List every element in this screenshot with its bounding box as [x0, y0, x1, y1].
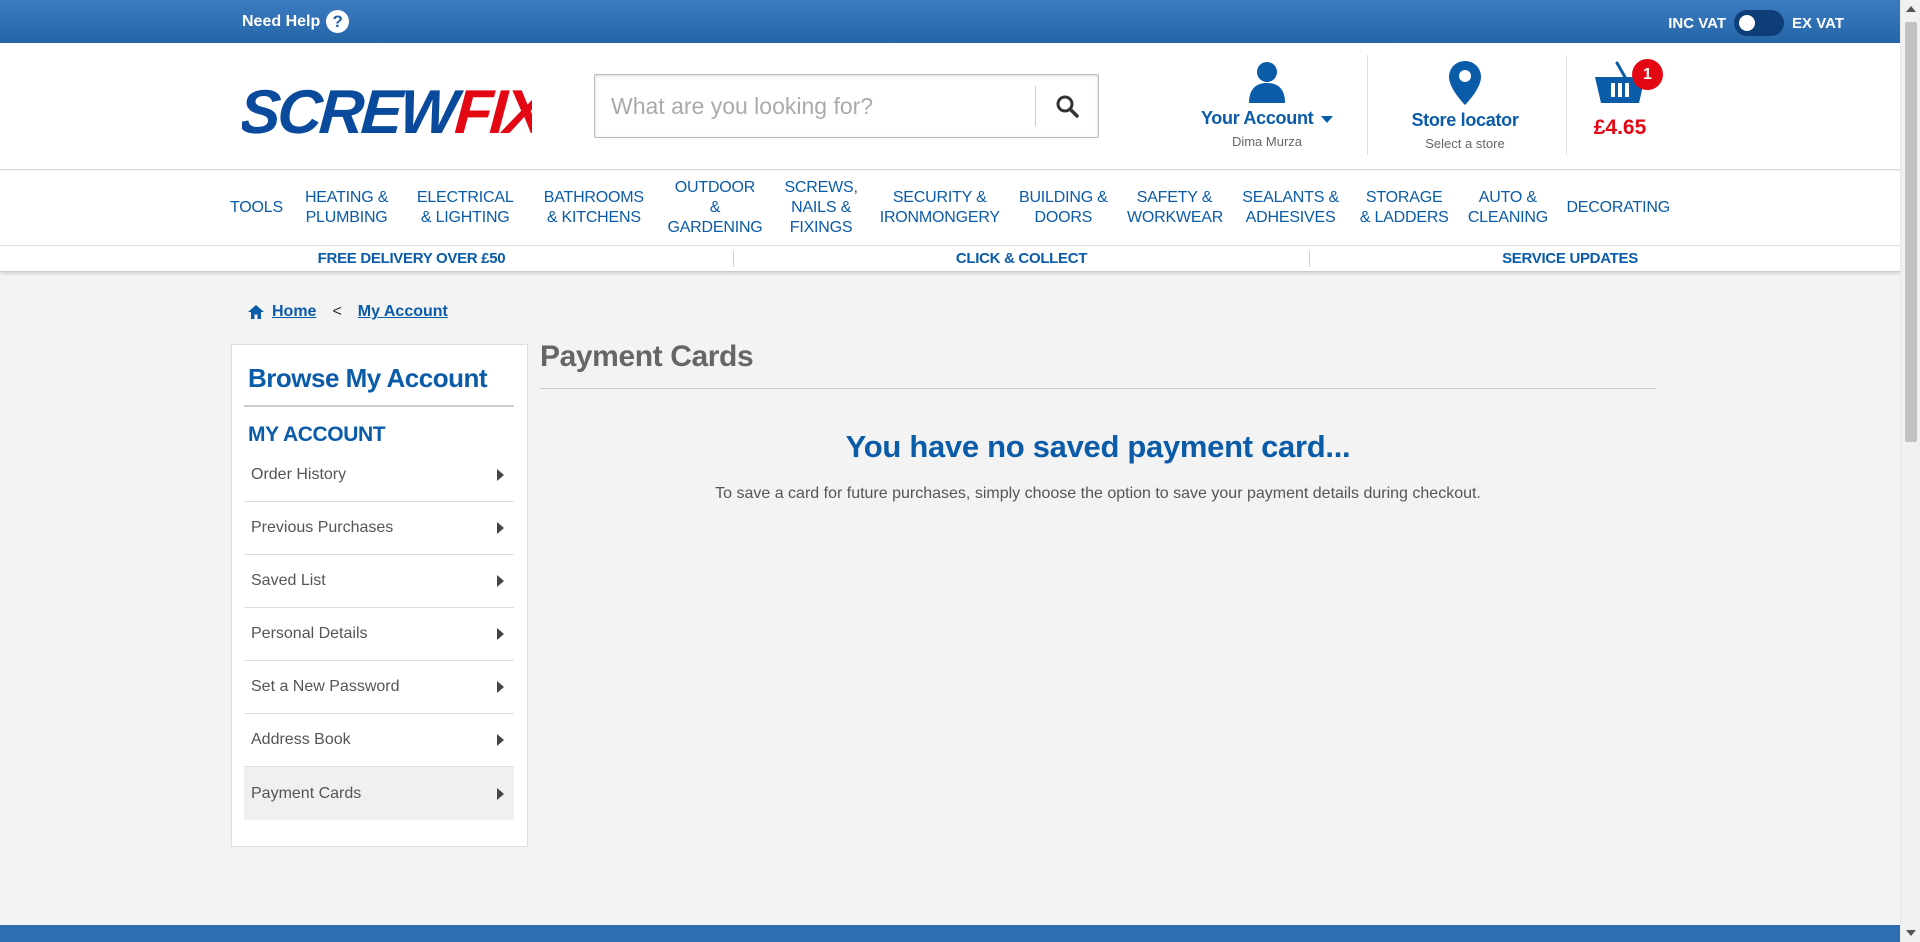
nav-item-screws-nails-fixings[interactable]: SCREWS, NAILS & FIXINGS	[781, 178, 861, 238]
breadcrumb-my-account-link[interactable]: My Account	[358, 303, 448, 321]
sidebar-list: Order History Previous Purchases Saved L…	[244, 449, 514, 820]
empty-state-heading: You have no saved payment card...	[845, 429, 1351, 464]
breadcrumb: Home < My Account	[248, 303, 448, 321]
sidebar-heading: MY ACCOUNT	[248, 423, 386, 446]
nav-item-building-doors[interactable]: BUILDING & DOORS	[1018, 188, 1108, 228]
search-icon	[1056, 95, 1079, 118]
caret-right-icon	[497, 575, 504, 587]
caret-right-icon	[497, 522, 504, 534]
breadcrumb-separator: <	[332, 303, 342, 320]
svg-text:SCREWFIX: SCREWFIX	[242, 78, 532, 143]
sidebar-item-previous-purchases[interactable]: Previous Purchases	[244, 502, 514, 555]
user-icon	[1249, 62, 1285, 103]
nav-item-tools[interactable]: TOOLS	[230, 198, 283, 218]
caret-right-icon	[497, 628, 504, 640]
sidebar-item-label: Saved List	[251, 572, 326, 589]
page-title: Payment Cards	[540, 340, 1656, 389]
click-collect-link[interactable]: CLICK & COLLECT	[734, 250, 1309, 267]
vat-toggle-knob	[1739, 15, 1756, 31]
sidebar-item-personal-details[interactable]: Personal Details	[244, 608, 514, 661]
sidebar-item-payment-cards[interactable]: Payment Cards	[244, 767, 514, 820]
search-input[interactable]	[595, 75, 1035, 137]
help-icon: ?	[326, 10, 350, 33]
scroll-up-icon[interactable]	[1906, 6, 1916, 12]
ex-vat-label: EX VAT	[1792, 14, 1844, 32]
basket-button[interactable]: 1 £4.65	[1580, 59, 1663, 140]
vat-toggle[interactable]	[1734, 10, 1785, 36]
nav-item-security-ironmongery[interactable]: SECURITY & IRONMONGERY	[880, 188, 1000, 228]
top-bar: Need Help ? INC VAT EX VAT	[0, 0, 1900, 43]
breadcrumb-home-link[interactable]: Home	[272, 303, 316, 321]
sidebar-item-label: Address Book	[251, 731, 351, 748]
nav-item-auto-cleaning[interactable]: AUTO & CLEANING	[1468, 188, 1548, 228]
nav-item-electrical-lighting[interactable]: ELECTRICAL & LIGHTING	[410, 188, 520, 228]
caret-right-icon	[497, 734, 504, 746]
sidebar-item-label: Previous Purchases	[251, 519, 394, 536]
need-help-label: Need Help	[242, 12, 321, 30]
nav-item-safety-workwear[interactable]: SAFETY & WORKWEAR	[1127, 188, 1223, 228]
caret-right-icon	[497, 681, 504, 693]
basket-count-badge: 1	[1632, 59, 1663, 90]
account-title: Your Account	[1192, 108, 1342, 129]
scroll-down-icon[interactable]	[1906, 930, 1916, 936]
account-sidebar: Browse My Account MY ACCOUNT Order Histo…	[231, 344, 528, 847]
sidebar-item-set-new-password[interactable]: Set a New Password	[244, 661, 514, 714]
search-button[interactable]	[1036, 75, 1098, 137]
scrollbar-thumb[interactable]	[1905, 22, 1917, 442]
free-delivery-link[interactable]: FREE DELIVERY OVER £50	[0, 250, 733, 267]
store-locator-title: Store locator	[1411, 110, 1519, 130]
sidebar-item-saved-list[interactable]: Saved List	[244, 555, 514, 608]
search-box	[594, 74, 1099, 138]
service-updates-link[interactable]: SERVICE UPDATES	[1310, 250, 1830, 267]
chevron-down-icon	[1321, 115, 1334, 123]
location-pin-icon	[1449, 61, 1481, 105]
promo-strip: FREE DELIVERY OVER £50 CLICK & COLLECT S…	[0, 245, 1900, 272]
need-help-link[interactable]: Need Help ?	[242, 10, 350, 33]
site-header: SCREWFIX Your Account Dima Murza Store l…	[0, 43, 1900, 170]
page-scrollbar[interactable]	[1900, 0, 1920, 942]
basket-total: £4.65	[1593, 116, 1647, 139]
nav-item-storage-ladders[interactable]: STORAGE & LADDERS	[1359, 188, 1449, 228]
account-username: Dima Murza	[1231, 134, 1303, 149]
sidebar-item-label: Personal Details	[251, 625, 368, 642]
home-icon	[248, 305, 264, 319]
account-menu[interactable]: Your Account Dima Murza	[1192, 61, 1342, 149]
sidebar-item-label: Set a New Password	[251, 678, 400, 695]
nav-item-bathrooms-kitchens[interactable]: BATHROOMS & KITCHENS	[539, 188, 649, 228]
sidebar-item-label: Order History	[251, 466, 347, 483]
store-locator[interactable]: Store locator Select a store	[1390, 61, 1540, 151]
sidebar-title: Browse My Account	[248, 363, 488, 393]
nav-item-heating-plumbing[interactable]: HEATING & PLUMBING	[302, 188, 392, 228]
nav-item-sealants-adhesives[interactable]: SEALANTS & ADHESIVES	[1241, 188, 1341, 228]
footer-bar	[0, 925, 1900, 942]
caret-right-icon	[497, 787, 504, 800]
header-divider	[1367, 55, 1368, 155]
main-content: Payment Cards You have no saved payment …	[540, 340, 1656, 503]
nav-item-outdoor-gardening[interactable]: OUTDOOR & GARDENING	[667, 178, 762, 238]
category-nav: TOOLS HEATING & PLUMBING ELECTRICAL & LI…	[0, 171, 1900, 245]
sidebar-divider	[244, 405, 514, 407]
sidebar-item-address-book[interactable]: Address Book	[244, 714, 514, 767]
nav-item-decorating[interactable]: DECORATING	[1566, 198, 1670, 218]
sidebar-item-order-history[interactable]: Order History	[244, 449, 514, 502]
store-locator-sub: Select a store	[1425, 136, 1505, 151]
vat-switcher: INC VAT EX VAT	[1668, 10, 1844, 36]
screwfix-logo[interactable]: SCREWFIX	[242, 75, 532, 143]
empty-state-text: To save a card for future purchases, sim…	[715, 485, 1481, 502]
caret-right-icon	[497, 469, 504, 481]
sidebar-item-label: Payment Cards	[251, 784, 362, 802]
inc-vat-label: INC VAT	[1668, 14, 1727, 32]
header-divider	[1566, 55, 1567, 155]
